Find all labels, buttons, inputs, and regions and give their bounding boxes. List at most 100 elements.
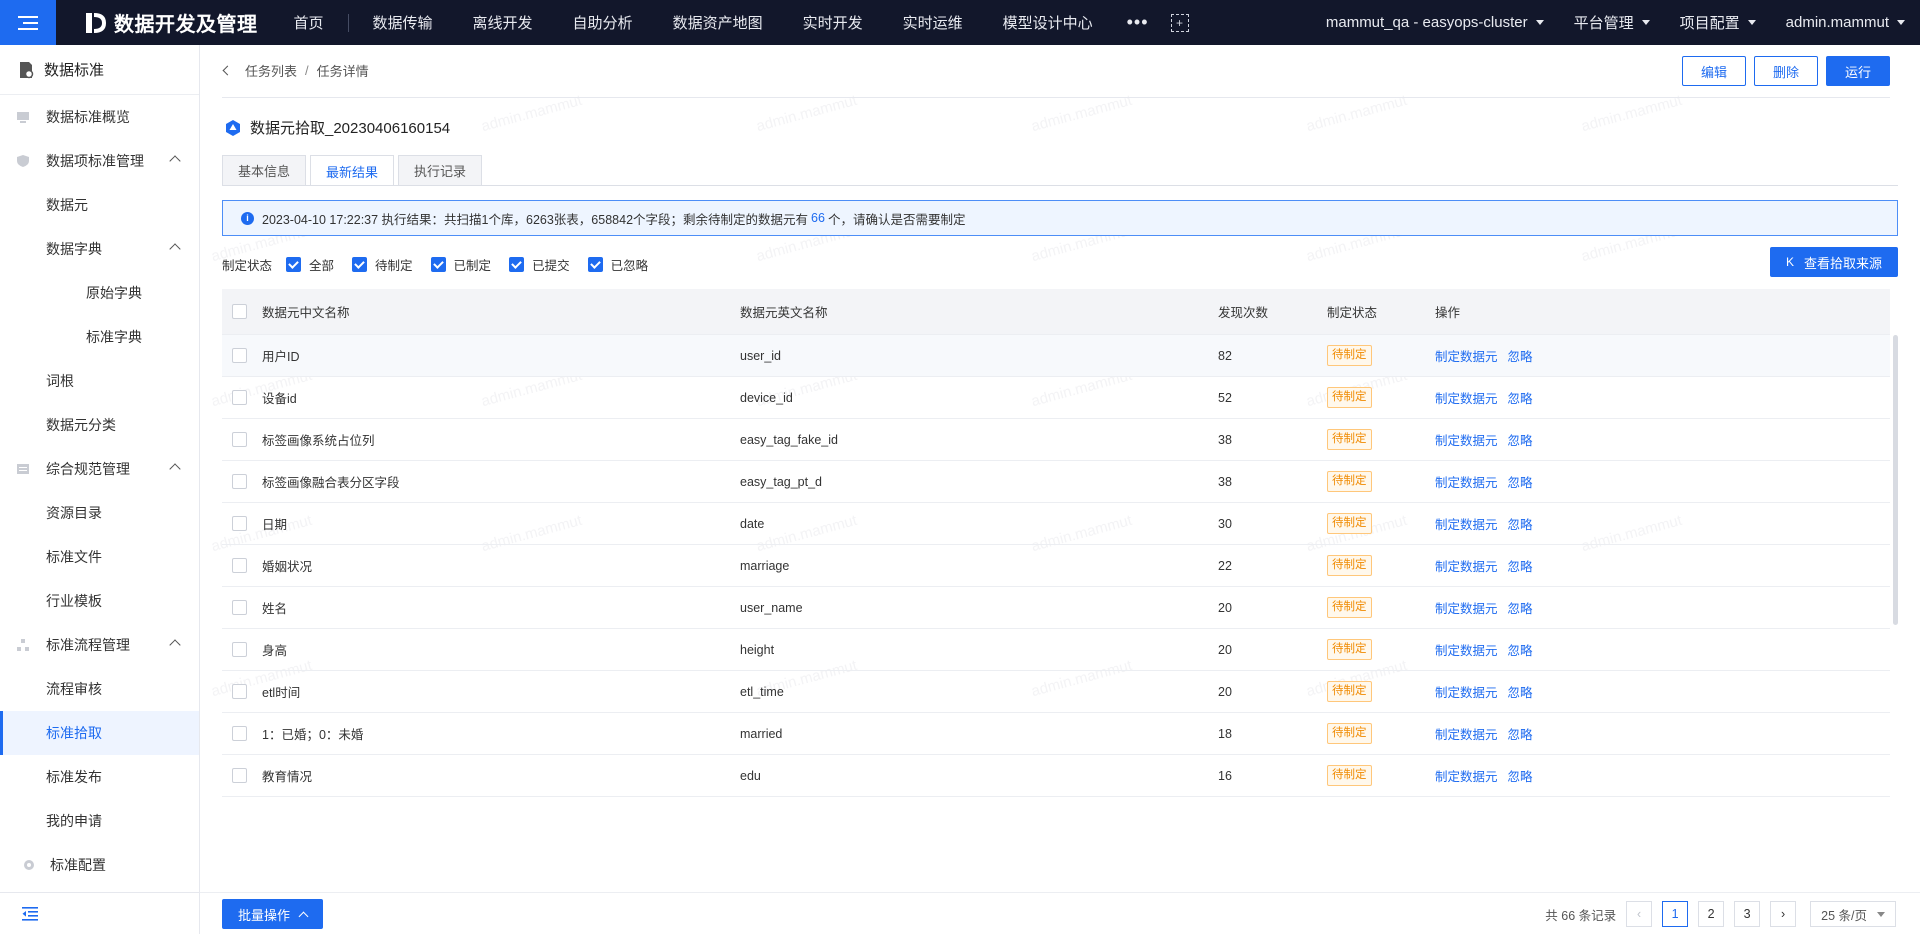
sidebar: 数据标准 数据标准概览 数据项标准管理 数据元 数据字典 原始字典 标准字典 词…	[0, 45, 200, 934]
define-element-link[interactable]: 制定数据元	[1435, 434, 1498, 448]
next-page-button[interactable]: ›	[1770, 901, 1797, 927]
define-element-link[interactable]: 制定数据元	[1435, 392, 1498, 406]
sidebar-item-spec-mgmt[interactable]: 综合规范管理	[0, 447, 199, 491]
chevron-down-icon	[1877, 911, 1885, 917]
run-button[interactable]: 运行	[1825, 56, 1890, 86]
sidebar-item-std-files[interactable]: 标准文件	[0, 535, 199, 579]
user-dropdown[interactable]: admin.mammut	[1771, 14, 1920, 31]
sidebar-item-industry-template[interactable]: 行业模板	[0, 579, 199, 623]
ignore-link[interactable]: 忽略	[1508, 770, 1533, 784]
menu-toggle-button[interactable]	[0, 0, 56, 45]
ignore-link[interactable]: 忽略	[1508, 560, 1533, 574]
sidebar-item-std-pickup[interactable]: 标准拾取	[0, 711, 199, 755]
row-checkbox[interactable]	[232, 768, 247, 783]
nav-offline-dev[interactable]: 离线开发	[453, 12, 553, 33]
back-arrow-icon[interactable]	[222, 65, 233, 76]
checkbox[interactable]	[430, 257, 446, 272]
filter-option-pending[interactable]: 待制定	[352, 255, 413, 274]
sidebar-item-my-requests[interactable]: 我的申请	[0, 799, 199, 843]
define-element-link[interactable]: 制定数据元	[1435, 686, 1498, 700]
page-2[interactable]: 2	[1698, 901, 1725, 927]
select-all-checkbox[interactable]	[232, 304, 247, 319]
checkbox[interactable]	[352, 257, 368, 272]
row-checkbox[interactable]	[232, 558, 247, 573]
filter-option-submitted[interactable]: 已提交	[509, 255, 570, 274]
row-checkbox[interactable]	[232, 390, 247, 405]
filter-option-ignored[interactable]: 已忽略	[587, 255, 648, 274]
row-checkbox[interactable]	[232, 474, 247, 489]
project-dropdown[interactable]: 项目配置	[1665, 12, 1771, 33]
define-element-link[interactable]: 制定数据元	[1435, 350, 1498, 364]
nav-home[interactable]: 首页	[274, 12, 344, 33]
cluster-dropdown[interactable]: mammut_qa - easyops-cluster	[1311, 14, 1559, 31]
row-checkbox[interactable]	[232, 642, 247, 657]
ignore-link[interactable]: 忽略	[1508, 434, 1533, 448]
tab-execution-record[interactable]: 执行记录	[398, 155, 483, 185]
checkbox[interactable]	[286, 257, 302, 272]
define-element-link[interactable]: 制定数据元	[1435, 770, 1498, 784]
row-checkbox[interactable]	[232, 516, 247, 531]
define-element-link[interactable]: 制定数据元	[1435, 644, 1498, 658]
more-icon[interactable]: •••	[1113, 12, 1163, 33]
ignore-link[interactable]: 忽略	[1508, 392, 1533, 406]
filter-option-all[interactable]: 全部	[286, 255, 334, 274]
sidebar-item-root-word[interactable]: 词根	[0, 359, 199, 403]
row-checkbox[interactable]	[232, 432, 247, 447]
page-3[interactable]: 3	[1734, 901, 1761, 927]
page-1[interactable]: 1	[1662, 901, 1689, 927]
filter-option-defined[interactable]: 已制定	[430, 255, 491, 274]
ignore-link[interactable]: 忽略	[1508, 728, 1533, 742]
ignore-link[interactable]: 忽略	[1508, 602, 1533, 616]
sidebar-item-data-item-mgmt[interactable]: 数据项标准管理	[0, 139, 199, 183]
checkbox[interactable]	[509, 257, 525, 272]
add-shortcut-icon[interactable]: +	[1170, 13, 1189, 32]
nav-self-analysis[interactable]: 自助分析	[553, 12, 653, 33]
nav-realtime-ops[interactable]: 实时运维	[883, 12, 983, 33]
ignore-link[interactable]: 忽略	[1508, 644, 1533, 658]
ignore-link[interactable]: 忽略	[1508, 476, 1533, 490]
view-source-button[interactable]: K 查看拾取来源	[1769, 247, 1898, 277]
table-row: 婚姻状况 marriage 22 待制定 制定数据元 忽略	[222, 545, 1890, 587]
row-checkbox[interactable]	[232, 348, 247, 363]
ignore-link[interactable]: 忽略	[1508, 350, 1533, 364]
tab-basic-info[interactable]: 基本信息	[222, 155, 307, 185]
sidebar-item-std-publish[interactable]: 标准发布	[0, 755, 199, 799]
sidebar-item-process-review[interactable]: 流程审核	[0, 667, 199, 711]
edit-button[interactable]: 编辑	[1681, 56, 1746, 86]
row-checkbox[interactable]	[232, 726, 247, 741]
sidebar-item-std-config[interactable]: 标准配置	[0, 843, 199, 887]
sidebar-item-process-mgmt[interactable]: 标准流程管理	[0, 623, 199, 667]
info-icon: i	[241, 211, 254, 225]
tab-latest-result[interactable]: 最新结果	[310, 155, 395, 186]
sidebar-item-std-dictionary[interactable]: 标准字典	[0, 315, 199, 359]
delete-button[interactable]: 删除	[1753, 56, 1818, 86]
define-element-link[interactable]: 制定数据元	[1435, 728, 1498, 742]
table-scrollbar[interactable]	[1893, 335, 1898, 625]
define-element-link[interactable]: 制定数据元	[1435, 476, 1498, 490]
sidebar-item-data-dictionary[interactable]: 数据字典	[0, 227, 199, 271]
ignore-link[interactable]: 忽略	[1508, 518, 1533, 532]
breadcrumb-task-list[interactable]: 任务列表	[245, 61, 297, 80]
sidebar-item-raw-dictionary[interactable]: 原始字典	[0, 271, 199, 315]
app-logo[interactable]: 数据开发及管理	[82, 8, 258, 37]
sidebar-item-element-category[interactable]: 数据元分类	[0, 403, 199, 447]
row-checkbox[interactable]	[232, 600, 247, 615]
nav-model-design[interactable]: 模型设计中心	[983, 12, 1113, 33]
nav-asset-map[interactable]: 数据资产地图	[653, 12, 783, 33]
row-checkbox[interactable]	[232, 684, 247, 699]
nav-realtime-dev[interactable]: 实时开发	[783, 12, 883, 33]
page-size-select[interactable]: 25 条/页	[1810, 901, 1896, 927]
sidebar-item-overview[interactable]: 数据标准概览	[0, 95, 199, 139]
sidebar-collapse-button[interactable]	[0, 892, 199, 934]
sidebar-item-resource-catalog[interactable]: 资源目录	[0, 491, 199, 535]
platform-dropdown[interactable]: 平台管理	[1559, 12, 1665, 33]
define-element-link[interactable]: 制定数据元	[1435, 602, 1498, 616]
batch-action-button[interactable]: 批量操作	[222, 899, 324, 929]
define-element-link[interactable]: 制定数据元	[1435, 560, 1498, 574]
sidebar-item-data-element[interactable]: 数据元	[0, 183, 199, 227]
ignore-link[interactable]: 忽略	[1508, 686, 1533, 700]
define-element-link[interactable]: 制定数据元	[1435, 518, 1498, 532]
prev-page-button[interactable]: ‹	[1626, 901, 1653, 927]
nav-data-transfer[interactable]: 数据传输	[353, 12, 453, 33]
checkbox[interactable]	[587, 257, 603, 272]
